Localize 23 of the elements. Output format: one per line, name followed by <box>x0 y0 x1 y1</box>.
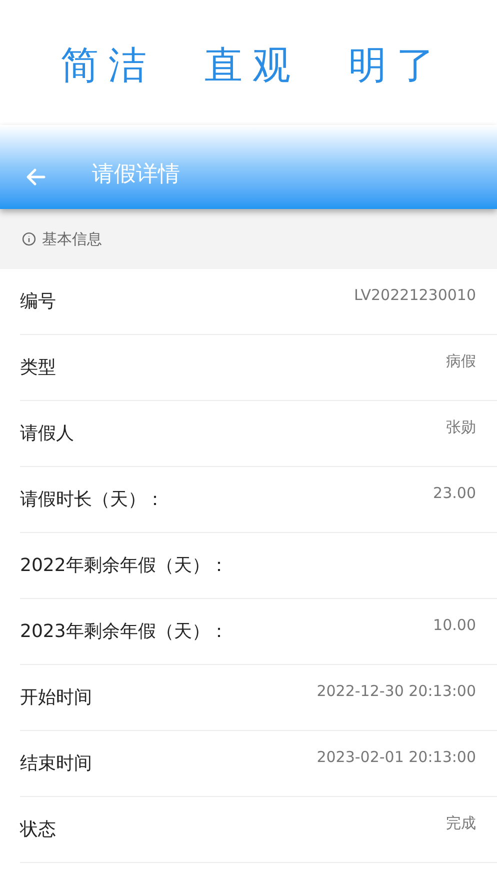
section-title: 基本信息 <box>42 228 102 250</box>
field-label: 编号 <box>20 290 56 314</box>
field-value: 23.00 <box>433 483 476 504</box>
field-label: 2023年剩余年假（天）： <box>20 620 228 644</box>
slogan-text: 简洁 <box>60 42 156 89</box>
field-value: 完成 <box>446 813 476 834</box>
page-title: 请假详情 <box>92 161 180 189</box>
field-label: 请假人 <box>20 422 74 446</box>
slogan-text: 明了 <box>348 42 444 89</box>
field-value: 张勋 <box>446 417 476 438</box>
field-label: 开始时间 <box>20 686 92 710</box>
info-icon <box>22 232 36 246</box>
slogan-text: 直观 <box>204 42 300 89</box>
field-label: 状态 <box>20 818 56 842</box>
field-label: 2022年剩余年假（天）： <box>20 554 228 578</box>
field-label: 结束时间 <box>20 752 92 776</box>
field-value: LV20221230010 <box>354 285 476 306</box>
field-value: 2022-12-30 20:13:00 <box>316 681 476 702</box>
field-label: 请假时长（天）： <box>20 488 164 512</box>
field-value: 病假 <box>446 351 476 372</box>
field-label: 类型 <box>20 356 56 380</box>
field-value: 10.00 <box>433 615 476 636</box>
field-value: 2023-02-01 20:13:00 <box>316 747 476 768</box>
